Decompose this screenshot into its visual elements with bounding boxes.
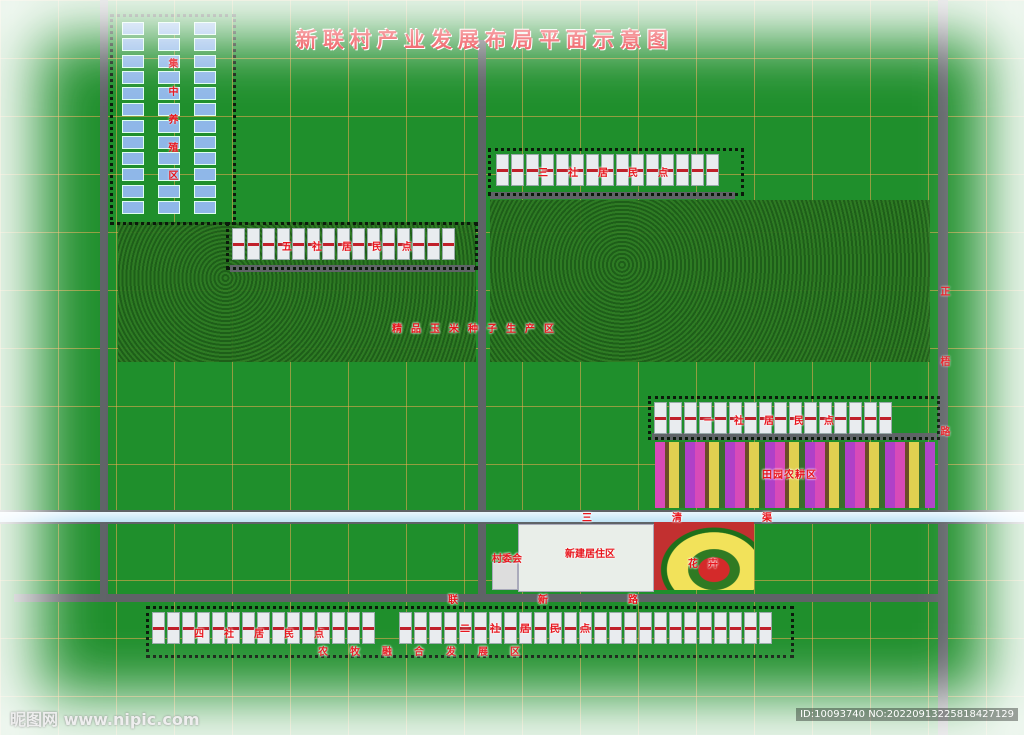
- label-village-committee: 村委会: [492, 554, 522, 565]
- sanqing-canal: [0, 510, 1024, 524]
- label-she5: 五社居民点: [282, 242, 432, 253]
- label-she3: 三社居民点: [538, 168, 688, 179]
- label-agri-pastoral: 农牧融合发展区: [318, 647, 542, 658]
- corn-field-right: [490, 200, 930, 362]
- label-she4: 四社居民点: [194, 629, 344, 640]
- label-corn-zone: 精品玉米种子生产区: [392, 324, 563, 335]
- label-sanqing-canal: 三清渠: [582, 513, 852, 524]
- label-she2: 二社居民点: [460, 624, 610, 635]
- label-she1: 一社居民点: [704, 416, 854, 427]
- watermark-left: 昵图网 www.nipic.com: [10, 710, 200, 729]
- label-zhengwu-road: 正梧路: [938, 286, 949, 496]
- label-lianxin-road: 联新路: [448, 595, 718, 606]
- label-breeding-zone: 集中养殖区: [166, 58, 177, 198]
- label-pastoral: 田园农耕区: [762, 470, 817, 481]
- label-flower-garden: 花卉: [688, 559, 728, 570]
- map-canvas: 新联村产业发展布局平面示意图 集中养殖区 五社居民点 三社居民点 精品玉米种子生…: [0, 0, 1024, 735]
- watermark-right: ID:10093740 NO:20220913225818427129: [796, 708, 1018, 721]
- label-new-residential: 新建居住区: [565, 549, 615, 560]
- page-title: 新联村产业发展布局平面示意图: [296, 27, 674, 52]
- village-committee-building: [492, 562, 518, 590]
